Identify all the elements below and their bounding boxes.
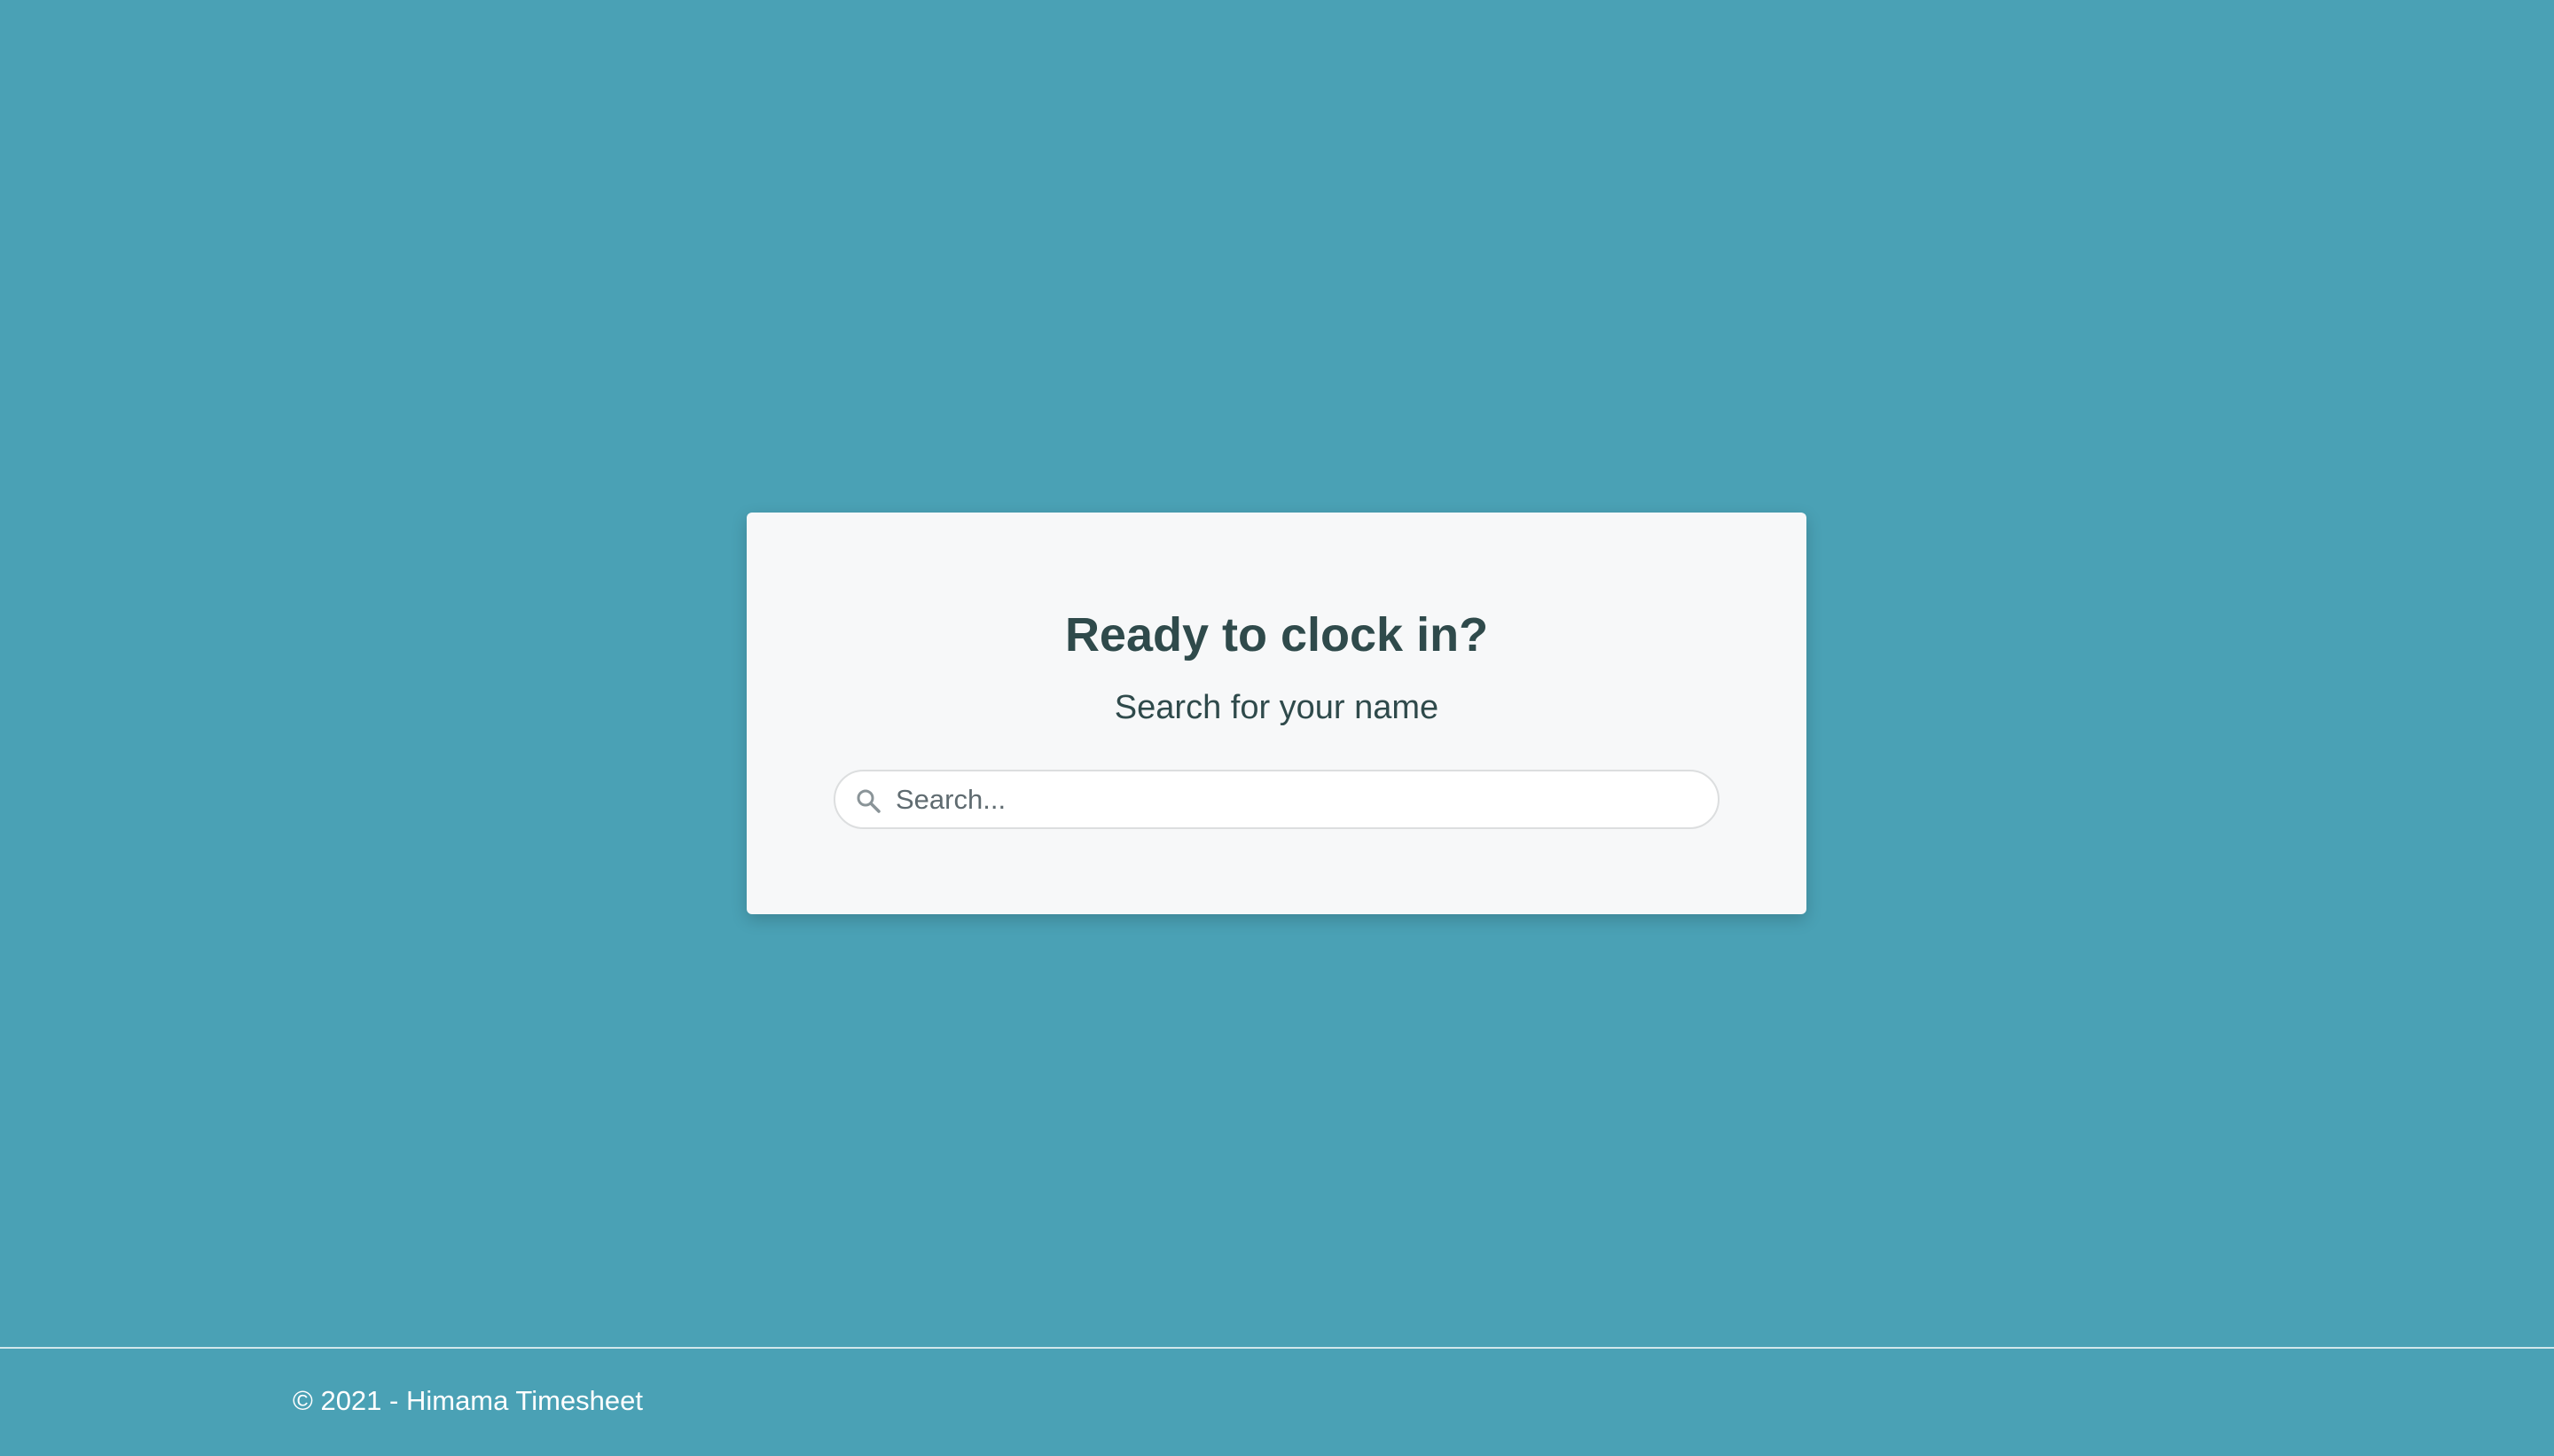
search-box[interactable] [834,770,1720,829]
clock-in-card: Ready to clock in? Search for your name [747,513,1806,914]
search-icon [855,787,881,814]
page-subtitle: Search for your name [1114,689,1439,726]
page-title: Ready to clock in? [1064,608,1489,661]
footer-divider [0,1347,2554,1349]
search-input[interactable] [896,771,1696,827]
footer-copyright: © 2021 - Himama Timesheet [293,1385,643,1416]
